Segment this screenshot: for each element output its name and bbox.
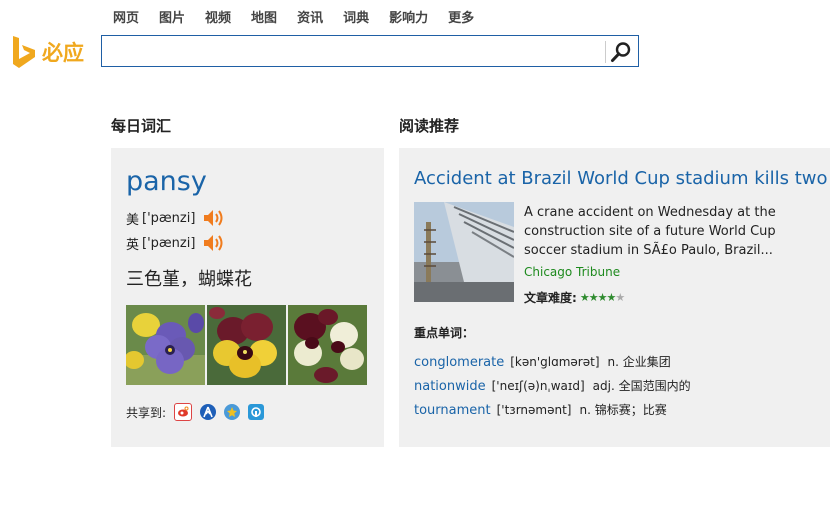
uk-pronunciation: 英 ['pænzi]: [126, 233, 225, 253]
star-filled-icon: ★: [588, 291, 599, 304]
article-thumbnail[interactable]: [414, 202, 514, 302]
difficulty-label: 文章难度:: [524, 291, 577, 305]
star-filled-icon: ★: [579, 291, 590, 304]
daily-word-panel: pansy 美 ['pænzi] 英 ['pænzi] 三色堇，蝴蝶花 共享到:: [111, 148, 384, 447]
article-title-link[interactable]: Accident at Brazil World Cup stadium kil…: [414, 168, 828, 189]
keyword-row: conglomerate [kən'glɑmərət] n. 企业集团: [414, 353, 671, 370]
reading-title: 阅读推荐: [399, 117, 460, 135]
search-divider: [605, 41, 606, 63]
keyword-phonetic: ['neɪʃ(ə)nˌwaɪd]: [491, 379, 585, 393]
nav-images[interactable]: 图片: [159, 9, 185, 29]
us-label: 美: [126, 212, 140, 228]
pansy-photo[interactable]: [126, 305, 205, 385]
qzone-icon[interactable]: [224, 404, 241, 420]
word-headword[interactable]: pansy: [126, 166, 207, 197]
search-icon: [611, 42, 631, 62]
share-bar: 共享到:: [126, 403, 265, 421]
keyword-link[interactable]: nationwide: [414, 379, 486, 394]
keyword-row: nationwide ['neɪʃ(ə)nˌwaɪd] adj. 全国范围内的: [414, 377, 691, 394]
keyword-row: tournament ['tɜrnəmənt] n. 锦标赛；比赛: [414, 401, 667, 418]
article-source[interactable]: Chicago Tribune: [524, 265, 620, 279]
pengyou-icon[interactable]: [248, 404, 265, 420]
us-pronunciation: 美 ['pænzi]: [126, 208, 225, 228]
search-input[interactable]: [110, 39, 598, 63]
logo-text: 必应: [42, 41, 84, 65]
nav-influence[interactable]: 影响力: [389, 9, 428, 29]
us-phonetic: ['pænzi]: [142, 210, 196, 226]
pansy-photo[interactable]: [288, 305, 367, 385]
nav-news[interactable]: 资讯: [297, 9, 323, 29]
reading-panel: Accident at Brazil World Cup stadium kil…: [399, 148, 830, 447]
share-label: 共享到:: [126, 405, 167, 420]
pansy-photo[interactable]: [207, 305, 286, 385]
star-filled-icon: ★: [606, 291, 616, 304]
speaker-icon[interactable]: [203, 233, 225, 253]
search-box: [101, 35, 639, 67]
renren-icon[interactable]: [200, 404, 217, 420]
search-button[interactable]: [610, 41, 632, 63]
star-empty-icon: ★: [615, 291, 625, 304]
nav-dictionary[interactable]: 词典: [343, 9, 369, 29]
weibo-icon[interactable]: [174, 403, 193, 421]
bing-b-icon: [13, 36, 35, 68]
speaker-icon[interactable]: [203, 208, 225, 228]
keyword-link[interactable]: conglomerate: [414, 355, 504, 370]
daily-word-title: 每日词汇: [111, 117, 172, 135]
nav-web[interactable]: 网页: [113, 9, 139, 29]
nav-videos[interactable]: 视频: [205, 9, 231, 29]
nav-maps[interactable]: 地图: [251, 9, 277, 29]
uk-phonetic: ['pænzi]: [142, 235, 196, 251]
keyword-phonetic: [kən'glɑmərət]: [510, 355, 600, 369]
nav-more[interactable]: 更多: [448, 9, 474, 29]
bing-logo[interactable]: 必应: [11, 35, 84, 69]
keyword-phonetic: ['tɜrnəmənt]: [496, 403, 572, 417]
word-photos: [126, 305, 367, 385]
keyword-definition: n. 企业集团: [607, 355, 671, 369]
difficulty-stars: ★★★★★: [579, 291, 625, 304]
uk-label: 英: [126, 237, 140, 253]
article-summary: A crane accident on Wednesday at the con…: [524, 205, 776, 258]
top-nav: 网页 图片 视频 地图 资讯 词典 影响力 更多: [113, 9, 494, 29]
article-difficulty: 文章难度: ★★★★★: [524, 289, 625, 306]
keyword-definition: adj. 全国范围内的: [592, 379, 691, 393]
word-meaning: 三色堇，蝴蝶花: [126, 269, 252, 290]
keywords-title: 重点单词：: [414, 326, 475, 340]
keyword-link[interactable]: tournament: [414, 403, 491, 418]
keyword-definition: n. 锦标赛；比赛: [579, 403, 667, 417]
